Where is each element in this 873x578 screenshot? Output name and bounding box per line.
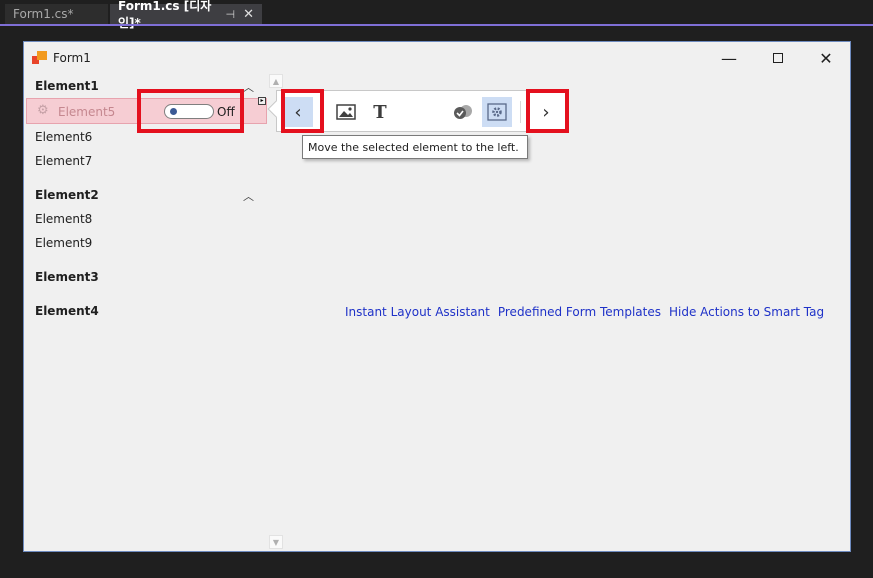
tab-label: Form1.cs [디자인]* bbox=[118, 0, 212, 30]
image-icon bbox=[336, 104, 356, 120]
chevron-up-icon[interactable]: ︿ bbox=[243, 79, 255, 95]
maximize-icon bbox=[773, 53, 783, 63]
gears-icon: ⚙ bbox=[37, 103, 49, 118]
form-titlebar: Form1 — ✕ bbox=[24, 42, 850, 74]
check-button[interactable] bbox=[451, 97, 475, 127]
maximize-button[interactable] bbox=[755, 45, 801, 71]
highlight-box-right bbox=[526, 89, 569, 133]
minimize-icon: — bbox=[721, 48, 737, 68]
pin-icon[interactable]: ⊣ bbox=[226, 8, 236, 21]
settings-icon bbox=[487, 103, 507, 121]
app-icon bbox=[32, 51, 48, 65]
image-button[interactable] bbox=[335, 97, 357, 127]
form-window[interactable]: Form1 — ✕ Element1 ︿ ⚙ Element5 Off ▸ El… bbox=[23, 41, 851, 552]
check-circle-icon bbox=[454, 105, 472, 119]
scroll-up-button[interactable]: ▲ bbox=[269, 74, 283, 88]
highlight-box-toggle bbox=[137, 89, 244, 133]
tooltip: Move the selected element to the left. bbox=[302, 135, 528, 159]
designer-action-links: Instant Layout Assistant Predefined Form… bbox=[345, 305, 824, 319]
text-button[interactable]: T bbox=[372, 97, 388, 127]
close-icon[interactable]: ✕ bbox=[243, 7, 254, 22]
minimize-button[interactable]: — bbox=[706, 45, 752, 71]
group-header-element2[interactable]: Element2 bbox=[35, 188, 99, 202]
tab-form1-designer[interactable]: Form1.cs [디자인]* ⊣ ✕ bbox=[110, 0, 262, 30]
tab-label: Form1.cs* bbox=[13, 7, 74, 21]
list-item[interactable]: Element9 bbox=[35, 236, 92, 250]
link-instant-layout-assistant[interactable]: Instant Layout Assistant bbox=[345, 305, 490, 319]
tab-underline bbox=[0, 24, 873, 26]
group-header-element1[interactable]: Element1 bbox=[35, 79, 99, 93]
list-item[interactable]: Element8 bbox=[35, 212, 92, 226]
tab-form1-code[interactable]: Form1.cs* bbox=[5, 4, 108, 24]
list-item[interactable]: Element6 bbox=[35, 130, 92, 144]
scroll-down-button[interactable]: ▼ bbox=[269, 535, 283, 549]
highlight-box-left bbox=[281, 89, 324, 133]
list-item[interactable]: Element7 bbox=[35, 154, 92, 168]
form-title: Form1 bbox=[53, 51, 91, 65]
close-icon: ✕ bbox=[819, 48, 833, 68]
link-hide-actions[interactable]: Hide Actions to Smart Tag bbox=[669, 305, 824, 319]
document-tab-strip: Form1.cs* Form1.cs [디자인]* ⊣ ✕ bbox=[0, 0, 873, 30]
text-icon: T bbox=[373, 101, 387, 123]
link-predefined-form-templates[interactable]: Predefined Form Templates bbox=[498, 305, 661, 319]
toolbar-separator bbox=[520, 101, 521, 123]
settings-button[interactable] bbox=[482, 97, 512, 127]
group-header-element4[interactable]: Element4 bbox=[35, 304, 99, 318]
item-label: Element5 bbox=[58, 105, 116, 119]
close-button[interactable]: ✕ bbox=[803, 45, 849, 71]
group-header-element3[interactable]: Element3 bbox=[35, 270, 99, 284]
chevron-up-icon[interactable]: ︿ bbox=[243, 188, 255, 204]
smart-tag-icon[interactable]: ▸ bbox=[258, 97, 266, 105]
